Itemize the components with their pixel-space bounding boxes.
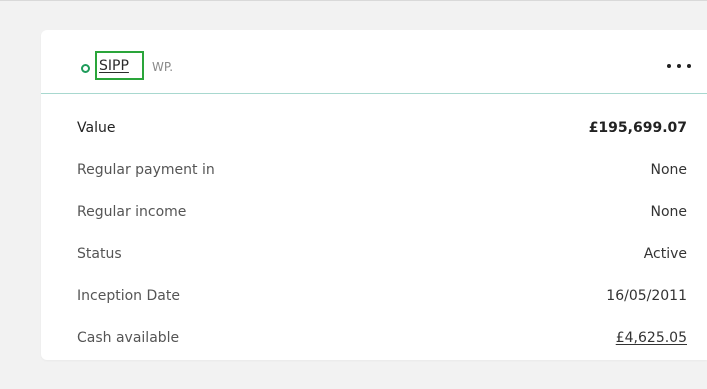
detail-value: Active [643, 246, 687, 262]
more-options-button[interactable] [667, 57, 691, 75]
more-options-icon [677, 64, 681, 68]
detail-value: 16/05/2011 [606, 288, 687, 304]
page-top-divider [0, 0, 707, 1]
detail-row-regular-income: Regular income None [77, 202, 687, 222]
detail-label: Regular payment in [77, 162, 215, 178]
detail-label: Status [77, 246, 122, 262]
detail-label: Inception Date [77, 288, 180, 304]
account-card-header: SIPP WP. [41, 30, 707, 94]
more-options-icon [687, 64, 691, 68]
detail-label: Regular income [77, 204, 187, 220]
detail-value: £195,699.07 [588, 120, 687, 136]
status-ring-icon [81, 64, 90, 73]
cash-available-link[interactable]: £4,625.05 [616, 328, 687, 348]
detail-label: Value [77, 120, 116, 136]
detail-row-cash-available: Cash available £4,625.05 [77, 328, 687, 348]
account-card: SIPP WP. Value £195,699.07 Regular payme… [41, 30, 707, 360]
account-code: WP. [152, 60, 174, 74]
detail-row-regular-payment: Regular payment in None [77, 160, 687, 180]
detail-label: Cash available [77, 330, 180, 346]
detail-row-value: Value £195,699.07 [77, 118, 687, 138]
detail-row-status: Status Active [77, 244, 687, 264]
detail-value: None [650, 204, 687, 220]
more-options-icon [667, 64, 671, 68]
detail-row-inception-date: Inception Date 16/05/2011 [77, 286, 687, 306]
account-name-link[interactable]: SIPP [99, 58, 129, 74]
detail-value: None [650, 162, 687, 178]
